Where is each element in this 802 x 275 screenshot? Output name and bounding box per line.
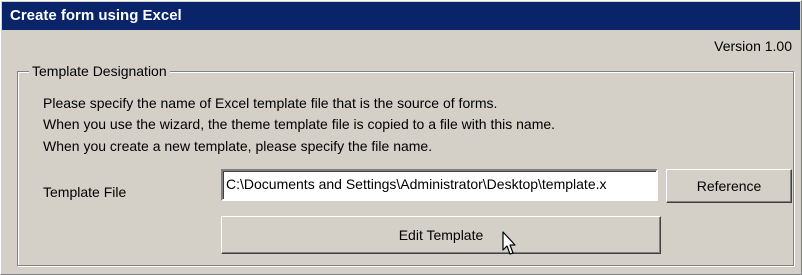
template-file-label: Template File <box>43 184 127 200</box>
version-label: Version 1.00 <box>714 38 792 54</box>
template-file-input[interactable]: C:\Documents and Settings\Administrator\… <box>221 169 658 201</box>
arrow-cursor-icon <box>502 231 516 255</box>
description-line-1: Please specify the name of Excel templat… <box>43 95 498 111</box>
title-bar[interactable]: Create form using Excel <box>2 2 800 30</box>
description-line-2: When you use the wizard, the theme templ… <box>43 116 556 132</box>
group-label: Template Designation <box>29 63 170 79</box>
description-line-3: When you create a new template, please s… <box>43 138 433 154</box>
edit-template-button[interactable]: Edit Template <box>221 216 661 254</box>
reference-button[interactable]: Reference <box>666 169 792 203</box>
window-title: Create form using Excel <box>10 7 182 24</box>
